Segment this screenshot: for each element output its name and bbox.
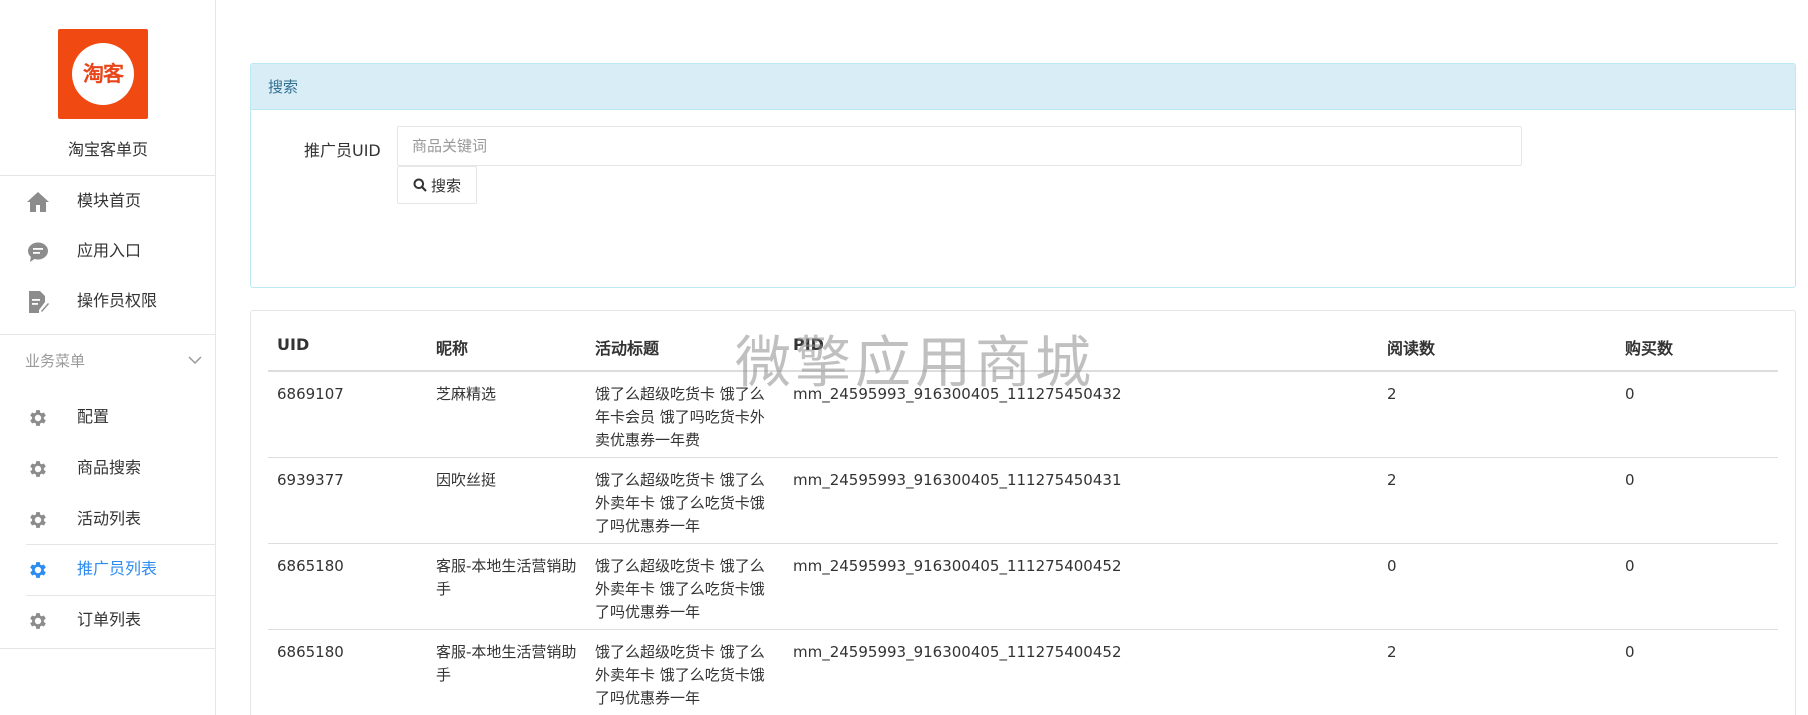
section-title: 业务菜单 <box>25 352 86 370</box>
cell-activity-title: 饿了么超级吃货卡 饿了么外卖年卡 饿了么吃货卡饿了吗优惠券一年 <box>586 457 784 544</box>
cell-uid: 6865180 <box>268 543 427 630</box>
column-header-nickname: 昵称 <box>427 311 586 372</box>
cell-uid: 6869107 <box>268 371 427 458</box>
search-button[interactable]: 搜索 <box>397 166 477 204</box>
edit-doc-icon <box>26 290 50 314</box>
divider <box>0 334 216 335</box>
nav-label: 订单列表 <box>77 610 142 629</box>
nav-item-promoter-list[interactable]: 推广员列表 <box>0 544 216 594</box>
app-title: 淘宝客单页 <box>67 140 148 159</box>
search-panel-heading: 搜索 <box>251 64 1795 110</box>
cell-nickname: 因吹丝挺 <box>427 457 586 544</box>
app-logo[interactable]: 淘客 <box>58 29 148 119</box>
cell-reads: 2 <box>1378 457 1616 544</box>
cell-activity-title: 饿了么超级吃货卡 饿了么外卖年卡 饿了么吃货卡饿了吗优惠券一年 <box>586 629 784 715</box>
cell-activity-title: 饿了么超级吃货卡 饿了么外卖年卡 饿了么吃货卡饿了吗优惠券一年 <box>586 543 784 630</box>
chat-icon <box>26 240 50 264</box>
gear-icon <box>26 508 50 532</box>
table-header-row: UID 昵称 活动标题 PID 阅读数 购买数 <box>268 311 1778 372</box>
cell-activity-title: 饿了么超级吃货卡 饿了么年卡会员 饿了吗吃货卡外卖优惠券一年费 <box>586 371 784 458</box>
gear-icon <box>26 609 50 633</box>
gear-icon <box>26 558 50 582</box>
cell-purchases: 0 <box>1616 457 1778 544</box>
nav-item-config[interactable]: 配置 <box>0 392 216 442</box>
nav-item-module-home[interactable]: 模块首页 <box>0 176 216 226</box>
table-row: 6939377 因吹丝挺 饿了么超级吃货卡 饿了么外卖年卡 饿了么吃货卡饿了吗优… <box>268 457 1778 544</box>
nav-label: 配置 <box>77 407 110 426</box>
search-panel: 搜索 推广员UID 搜索 <box>250 63 1796 288</box>
brand-block: 淘客 淘宝客单页 <box>0 0 215 176</box>
cell-nickname: 客服-本地生活营销助手 <box>427 629 586 715</box>
home-icon <box>26 190 50 214</box>
table-row: 6865180 客服-本地生活营销助手 饿了么超级吃货卡 饿了么外卖年卡 饿了么… <box>268 543 1778 630</box>
nav-label: 应用入口 <box>77 241 142 260</box>
divider <box>0 648 216 649</box>
cell-pid: mm_24595993_916300405_111275450432 <box>784 371 1378 458</box>
nav-item-operator-permissions[interactable]: 操作员权限 <box>0 276 216 326</box>
cell-reads: 2 <box>1378 371 1616 458</box>
column-header-uid: UID <box>268 311 427 372</box>
cell-purchases: 0 <box>1616 629 1778 715</box>
promoter-uid-label: 推广员UID <box>304 141 381 160</box>
nav-item-app-entry[interactable]: 应用入口 <box>0 226 216 276</box>
cell-purchases: 0 <box>1616 543 1778 630</box>
column-header-purchases: 购买数 <box>1616 311 1778 372</box>
column-header-activity-title: 活动标题 <box>586 311 784 372</box>
cell-reads: 0 <box>1378 543 1616 630</box>
table-row: 6865180 客服-本地生活营销助手 饿了么超级吃货卡 饿了么外卖年卡 饿了么… <box>268 629 1778 715</box>
cell-pid: mm_24595993_916300405_111275400452 <box>784 543 1378 630</box>
gear-icon <box>26 406 50 430</box>
nav-label: 推广员列表 <box>77 559 158 578</box>
cell-reads: 2 <box>1378 629 1616 715</box>
promoter-table: UID 昵称 活动标题 PID 阅读数 购买数 6869107 芝麻精选 饿了么… <box>268 311 1778 715</box>
gear-icon <box>26 457 50 481</box>
promoter-table-panel: UID 昵称 活动标题 PID 阅读数 购买数 6869107 芝麻精选 饿了么… <box>250 310 1796 715</box>
cell-uid: 6939377 <box>268 457 427 544</box>
cell-purchases: 0 <box>1616 371 1778 458</box>
column-header-reads: 阅读数 <box>1378 311 1616 372</box>
logo-circle: 淘客 <box>72 43 134 105</box>
table-row: 6869107 芝麻精选 饿了么超级吃货卡 饿了么年卡会员 饿了吗吃货卡外卖优惠… <box>268 371 1778 458</box>
nav-item-activity-list[interactable]: 活动列表 <box>0 494 216 544</box>
cell-pid: mm_24595993_916300405_111275400452 <box>784 629 1378 715</box>
nav-label: 操作员权限 <box>77 291 158 310</box>
promoter-uid-input[interactable] <box>397 126 1522 166</box>
nav-item-product-search[interactable]: 商品搜索 <box>0 443 216 493</box>
column-header-pid: PID <box>784 311 1378 372</box>
nav-label: 商品搜索 <box>77 458 142 477</box>
cell-uid: 6865180 <box>268 629 427 715</box>
nav-label: 活动列表 <box>77 509 142 528</box>
sidebar: 淘客 淘宝客单页 模块首页 应用入口 操作员权限 业务菜单 配置 商品搜索 活动… <box>0 0 216 715</box>
cell-pid: mm_24595993_916300405_111275450431 <box>784 457 1378 544</box>
chevron-down-icon[interactable] <box>187 352 203 368</box>
cell-nickname: 客服-本地生活营销助手 <box>427 543 586 630</box>
nav-item-order-list[interactable]: 订单列表 <box>0 595 216 645</box>
cell-nickname: 芝麻精选 <box>427 371 586 458</box>
search-icon <box>413 178 427 192</box>
nav-label: 模块首页 <box>77 191 142 210</box>
logo-text: 淘客 <box>83 62 124 86</box>
search-button-label: 搜索 <box>430 176 461 195</box>
